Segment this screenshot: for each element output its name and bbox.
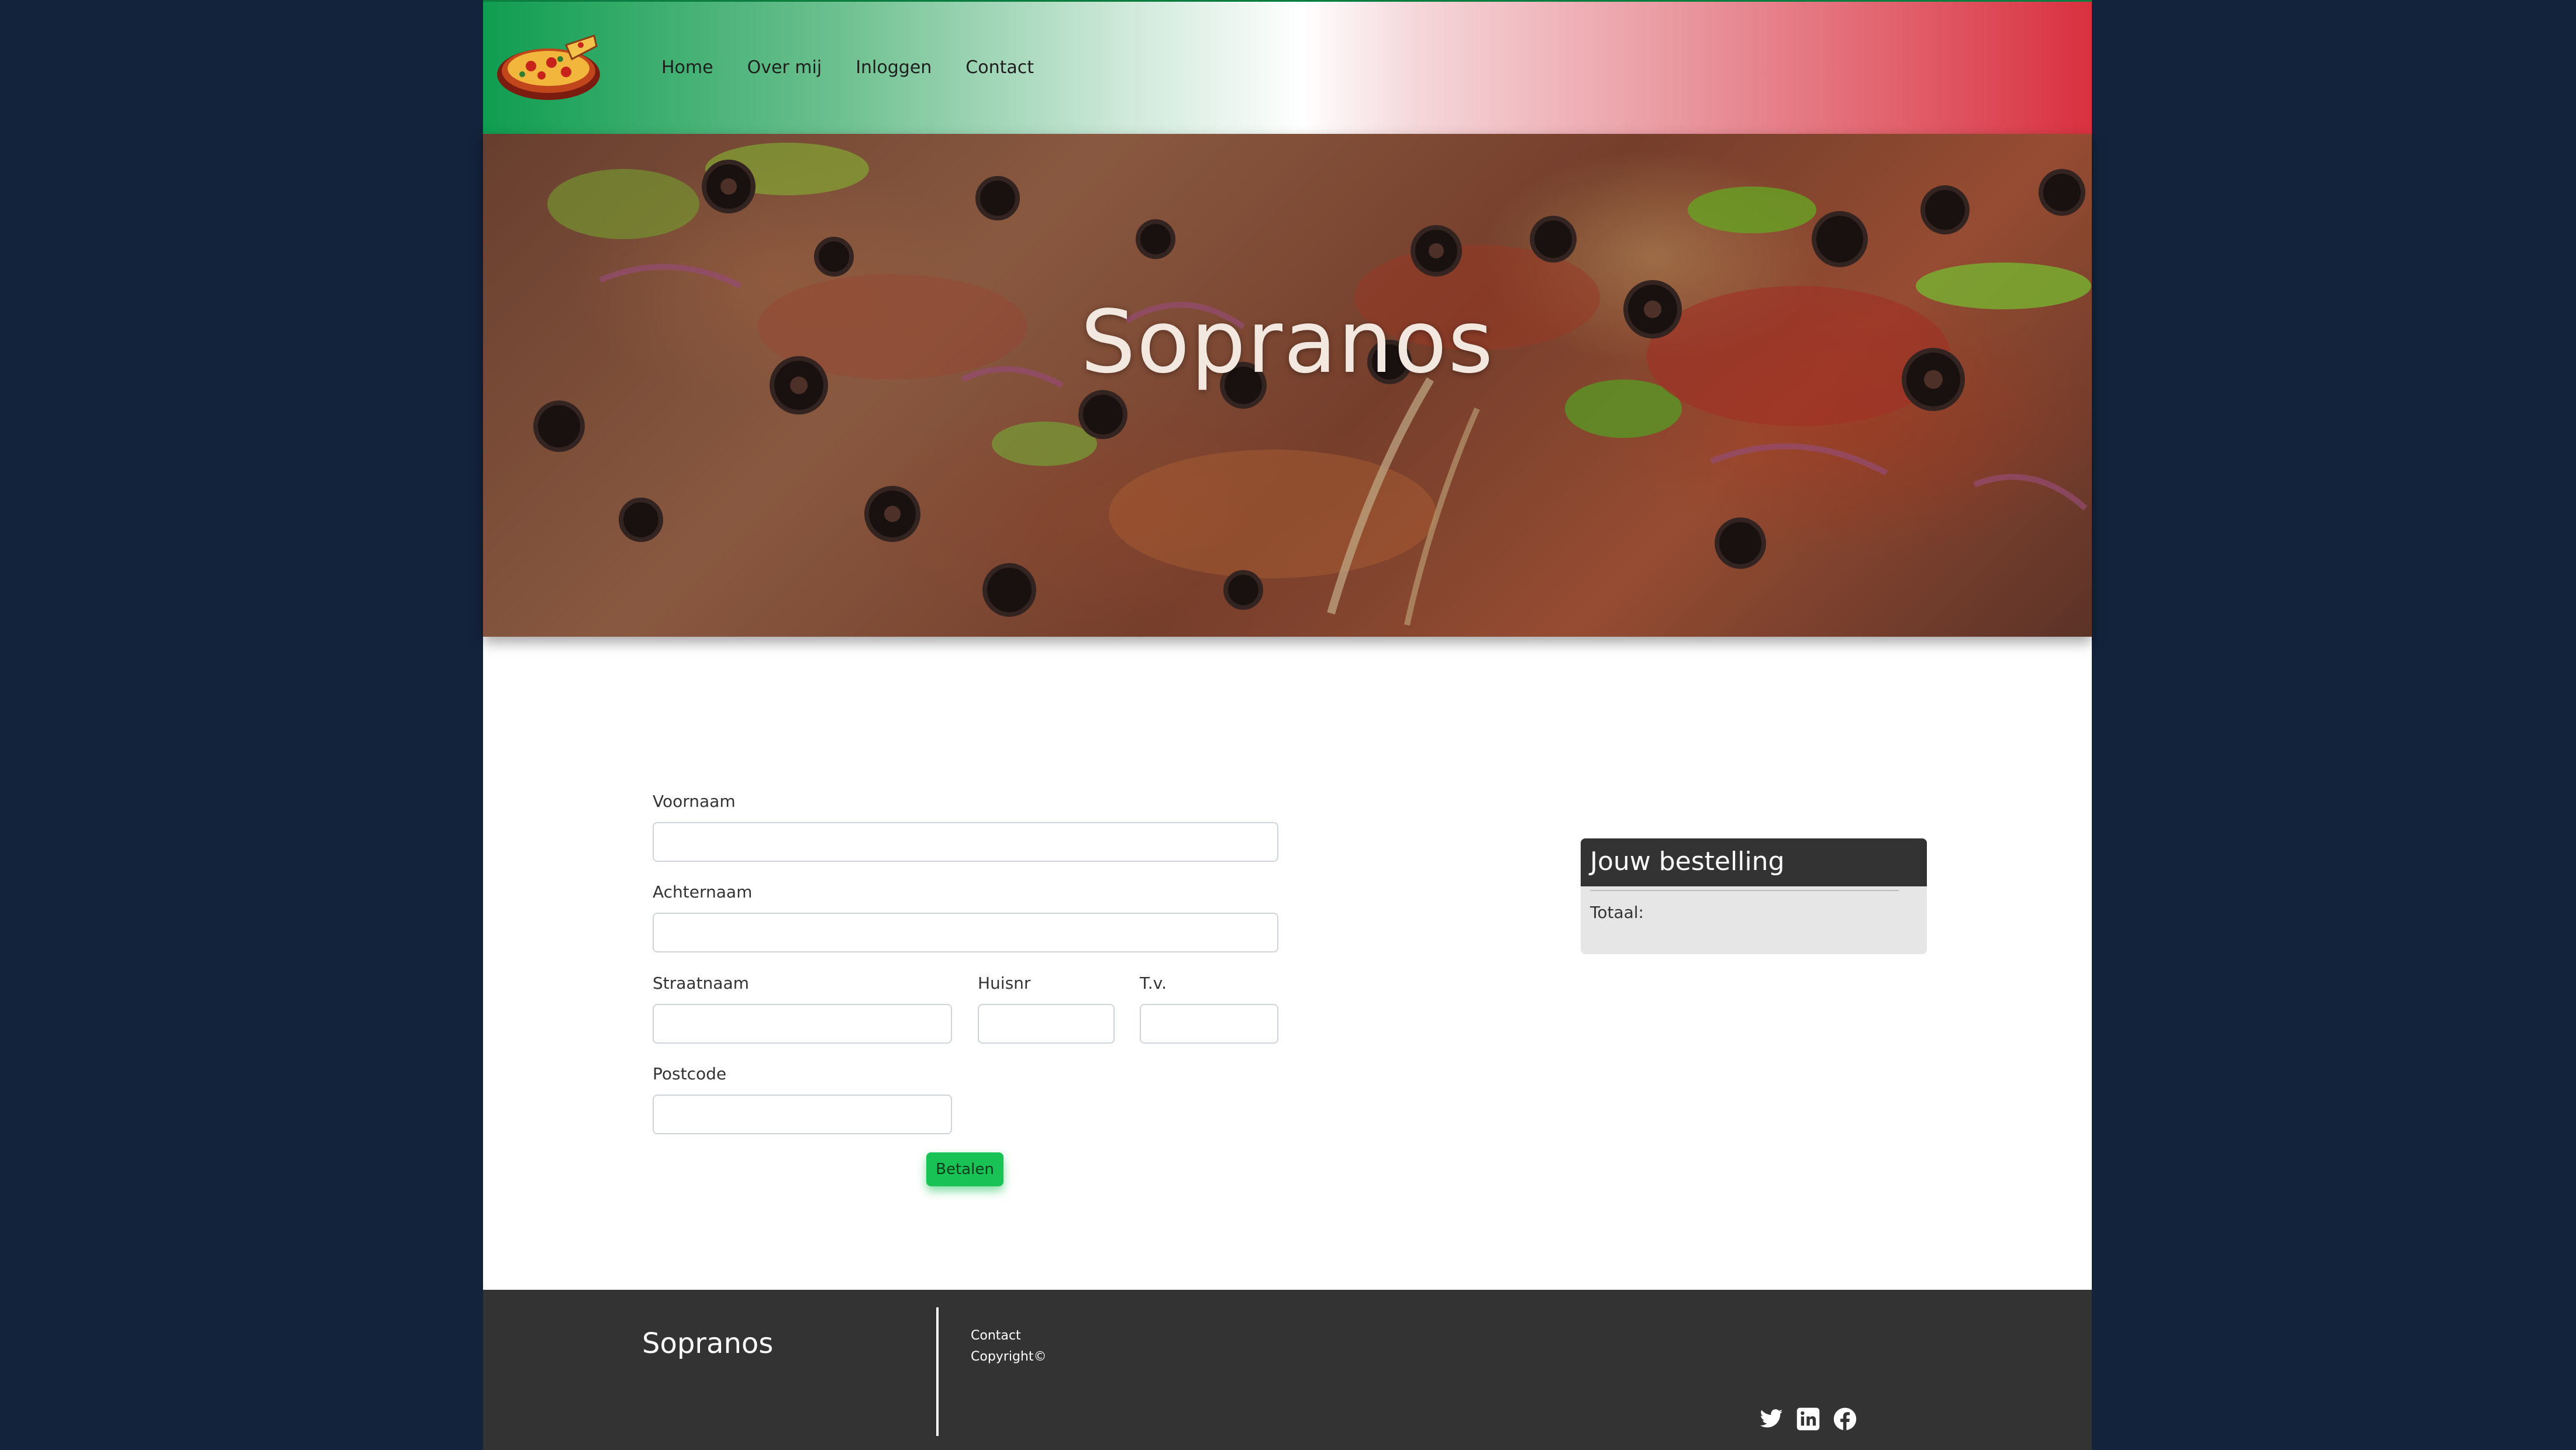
pizza-logo-icon[interactable] bbox=[496, 33, 601, 102]
order-total-label: Totaal: bbox=[1590, 903, 1644, 922]
linkedin-icon[interactable] bbox=[1796, 1407, 1820, 1431]
navbar: Home Over mij Inloggen Contact bbox=[483, 0, 2092, 134]
house-number-input[interactable] bbox=[978, 1004, 1115, 1044]
facebook-icon[interactable] bbox=[1833, 1407, 1857, 1431]
first-name-input[interactable] bbox=[653, 822, 1278, 862]
footer: Sopranos Contact Copyright© bbox=[483, 1290, 2092, 1450]
hero-title: Sopranos bbox=[1080, 292, 1495, 392]
page-container: Home Over mij Inloggen Contact Sopranos … bbox=[483, 0, 2092, 1450]
postcode-label: Postcode bbox=[653, 1064, 727, 1083]
addition-label: T.v. bbox=[1140, 973, 1167, 993]
footer-divider bbox=[936, 1307, 939, 1436]
footer-link-contact[interactable]: Contact bbox=[971, 1328, 1021, 1343]
hero-banner: Sopranos bbox=[483, 134, 2092, 637]
first-name-label: Voornaam bbox=[653, 792, 736, 811]
nav-link-home[interactable]: Home bbox=[661, 57, 713, 78]
street-label: Straatnaam bbox=[653, 973, 749, 993]
nav-link-over-mij[interactable]: Over mij bbox=[747, 57, 822, 78]
footer-copyright: Copyright© bbox=[971, 1349, 1047, 1364]
last-name-input[interactable] bbox=[653, 913, 1278, 952]
nav-link-contact[interactable]: Contact bbox=[965, 57, 1034, 78]
twitter-icon[interactable] bbox=[1759, 1407, 1784, 1431]
nav-link-inloggen[interactable]: Inloggen bbox=[856, 57, 932, 78]
order-divider bbox=[1590, 890, 1899, 891]
footer-brand: Sopranos bbox=[642, 1327, 774, 1360]
postcode-input[interactable] bbox=[653, 1095, 952, 1134]
nav-links: Home Over mij Inloggen Contact bbox=[661, 57, 1068, 78]
pay-button[interactable]: Betalen bbox=[926, 1152, 1003, 1186]
street-input[interactable] bbox=[653, 1004, 952, 1044]
order-summary-card: Jouw bestelling Totaal: bbox=[1581, 838, 1927, 954]
house-number-label: Huisnr bbox=[978, 973, 1031, 993]
order-title: Jouw bestelling bbox=[1581, 838, 1927, 886]
last-name-label: Achternaam bbox=[653, 882, 753, 902]
addition-input[interactable] bbox=[1140, 1004, 1278, 1044]
